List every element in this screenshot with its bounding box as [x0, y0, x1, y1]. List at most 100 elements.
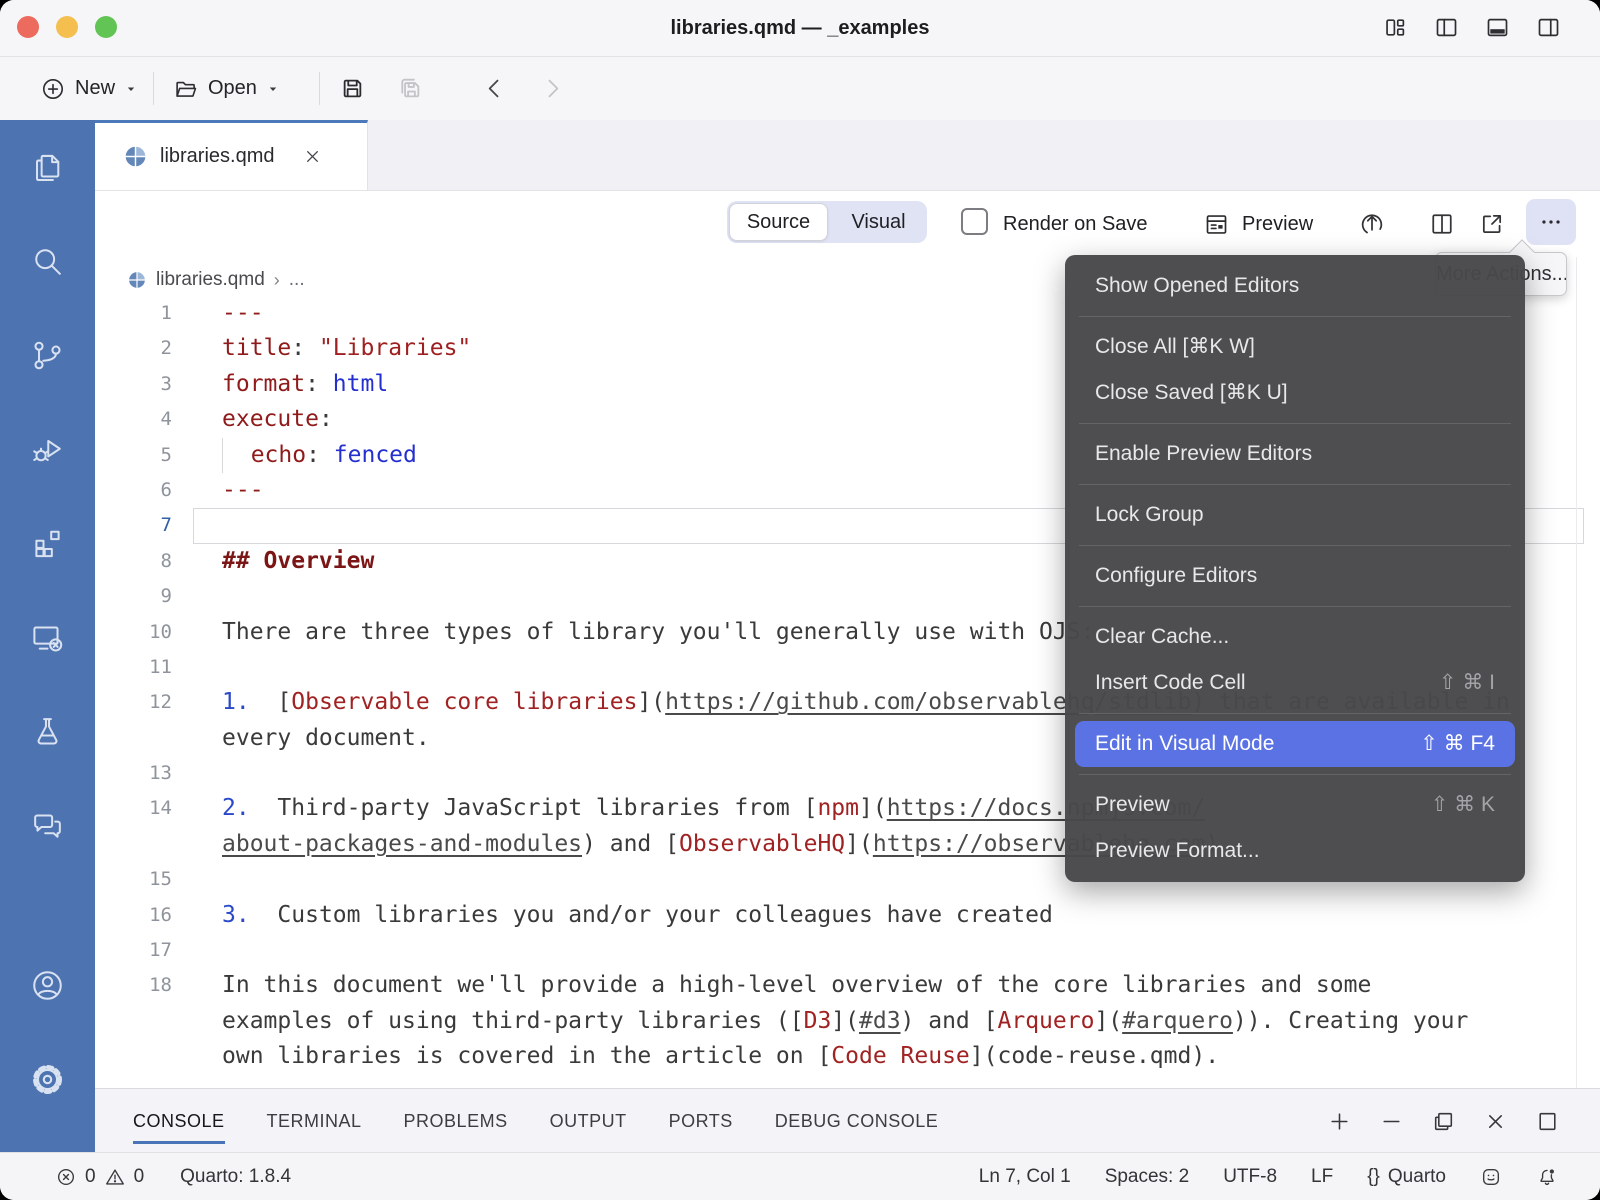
code-text: examples of using third-party libraries …	[172, 1004, 1468, 1039]
restore-icon[interactable]	[1431, 1109, 1456, 1134]
split-left-icon[interactable]	[1433, 14, 1460, 41]
encoding[interactable]: UTF-8	[1223, 1166, 1277, 1188]
top-toolbar: New Open Search Python 3.12.1 (PipEnv: .…	[0, 57, 1600, 121]
line-number: 16	[95, 898, 172, 933]
menu-item-label: Show Opened Editors	[1095, 274, 1299, 297]
feedback-smiley-icon[interactable]	[1480, 1166, 1502, 1188]
quarto-icon	[127, 270, 147, 290]
breadcrumb-file[interactable]: libraries.qmd	[156, 269, 265, 291]
maximize-icon[interactable]	[1535, 1109, 1560, 1134]
line-number: 4	[95, 402, 172, 437]
quarto-version[interactable]: Quarto: 1.8.4	[180, 1166, 291, 1188]
publish-icon[interactable]	[1358, 210, 1386, 238]
explorer-icon	[29, 149, 66, 186]
problems-indicator[interactable]: 0 0	[55, 1166, 144, 1188]
preview-button[interactable]: Preview	[1203, 191, 1313, 257]
menu-item-lock-group[interactable]: Lock Group	[1065, 492, 1525, 538]
code-line[interactable]: 17	[95, 933, 1600, 968]
split-right-icon[interactable]	[1535, 14, 1562, 41]
new-button-label: New	[75, 77, 115, 100]
line-number: 6	[95, 473, 172, 508]
sidebar-item-remote-console[interactable]	[0, 590, 95, 684]
menu-item-label: Edit in Visual Mode	[1095, 732, 1274, 755]
menu-item-label: Preview Format...	[1095, 839, 1260, 862]
notifications-bell-icon[interactable]	[1536, 1166, 1558, 1188]
plus-icon[interactable]	[1327, 1109, 1352, 1134]
panel-tab-ports[interactable]: PORTS	[669, 1089, 733, 1153]
menu-item-shortcut: ⇧ ⌘ K	[1431, 782, 1495, 828]
menu-item-clear-cache[interactable]: Clear Cache...	[1065, 614, 1525, 660]
panel-tab-console[interactable]: CONSOLE	[133, 1089, 225, 1153]
breadcrumb-more[interactable]: ...	[289, 269, 305, 291]
menu-item-preview-format[interactable]: Preview Format...	[1065, 828, 1525, 874]
minus-icon[interactable]	[1379, 1109, 1404, 1134]
line-number: 14	[95, 791, 172, 826]
new-button[interactable]: New	[40, 57, 138, 120]
panel-tab-terminal[interactable]: TERMINAL	[267, 1089, 362, 1153]
sidebar-item-explorer[interactable]	[0, 120, 95, 214]
sidebar-item-account[interactable]	[0, 938, 95, 1032]
more-actions-button[interactable]	[1526, 199, 1576, 245]
code-text	[172, 933, 222, 968]
sidebar-item-comments[interactable]	[0, 778, 95, 872]
render-on-save-checkbox[interactable]	[961, 208, 988, 235]
sidebar-item-testing[interactable]	[0, 684, 95, 778]
back-button[interactable]	[480, 74, 509, 103]
editor-actions-menu: Show Opened Editors Close All [⌘K W]Close…	[1065, 255, 1525, 882]
code-line[interactable]: examples of using third-party libraries …	[95, 1004, 1600, 1039]
menu-item-show-opened-editors[interactable]: Show Opened Editors	[1065, 263, 1525, 309]
window-title: libraries.qmd — _examples	[0, 0, 1600, 56]
menu-item-close-all-k-w[interactable]: Close All [⌘K W]	[1065, 324, 1525, 370]
sidebar-item-run-and-debug[interactable]	[0, 402, 95, 496]
menu-item-enable-preview-editors[interactable]: Enable Preview Editors	[1065, 431, 1525, 477]
split-editor-icon[interactable]	[1428, 210, 1456, 238]
code-line[interactable]: 18In this document we'll provide a high-…	[95, 968, 1600, 1003]
eol-sequence[interactable]: LF	[1311, 1166, 1333, 1188]
testing-icon	[29, 713, 66, 750]
close-tab-icon[interactable]	[302, 146, 323, 167]
menu-separator	[1079, 484, 1511, 485]
quarto-icon	[123, 144, 148, 169]
panel-tab-output[interactable]: OUTPUT	[550, 1089, 627, 1153]
comments-icon	[29, 807, 66, 844]
menu-item-insert-code-cell[interactable]: Insert Code Cell⇧ ⌘ I	[1065, 660, 1525, 706]
panel-bottom-icon[interactable]	[1484, 14, 1511, 41]
line-number	[95, 827, 172, 862]
toolbar-divider	[153, 72, 154, 105]
save-all-button[interactable]	[396, 74, 425, 103]
visual-mode-button[interactable]: Visual	[830, 201, 927, 243]
code-text: ---	[172, 296, 264, 331]
line-number: 3	[95, 367, 172, 402]
sidebar-item-extensions[interactable]	[0, 496, 95, 590]
customize-layout-icon[interactable]	[1382, 14, 1409, 41]
menu-item-label: Enable Preview Editors	[1095, 442, 1312, 465]
menu-item-edit-in-visual-mode[interactable]: Edit in Visual Mode⇧ ⌘ F4	[1075, 721, 1515, 767]
cursor-position[interactable]: Ln 7, Col 1	[979, 1166, 1071, 1188]
sidebar-item-settings[interactable]	[0, 1032, 95, 1126]
source-mode-button[interactable]: Source	[729, 203, 828, 241]
forward-button[interactable]	[538, 74, 567, 103]
sidebar-item-source-control[interactable]	[0, 308, 95, 402]
open-external-icon[interactable]	[1478, 210, 1506, 238]
close-icon[interactable]	[1483, 1109, 1508, 1134]
open-button[interactable]: Open	[173, 57, 280, 120]
app-window: libraries.qmd — _examples New Open Searc…	[0, 0, 1600, 1200]
code-line[interactable]: 163. Custom libraries you and/or your co…	[95, 898, 1600, 933]
save-button[interactable]	[338, 74, 367, 103]
panel-tab-problems[interactable]: PROBLEMS	[404, 1089, 508, 1153]
indentation[interactable]: Spaces: 2	[1105, 1166, 1190, 1188]
code-line[interactable]: own libraries is covered in the article …	[95, 1039, 1600, 1074]
panel-tab-debug-console[interactable]: DEBUG CONSOLE	[775, 1089, 939, 1153]
breadcrumb[interactable]: libraries.qmd › ...	[127, 263, 305, 297]
menu-item-close-saved-k-u[interactable]: Close Saved [⌘K U]	[1065, 370, 1525, 416]
menu-separator	[1079, 713, 1511, 714]
sidebar-item-search[interactable]	[0, 214, 95, 308]
language-mode[interactable]: {} Quarto	[1367, 1166, 1446, 1188]
tab-libraries-qmd[interactable]: libraries.qmd	[95, 120, 368, 190]
menu-item-preview[interactable]: Preview⇧ ⌘ K	[1065, 782, 1525, 828]
line-number	[95, 721, 172, 756]
menu-item-label: Insert Code Cell	[1095, 671, 1246, 694]
toolbar-divider	[319, 72, 320, 105]
menu-item-configure-editors[interactable]: Configure Editors	[1065, 553, 1525, 599]
code-text: ## Overview	[172, 544, 374, 579]
